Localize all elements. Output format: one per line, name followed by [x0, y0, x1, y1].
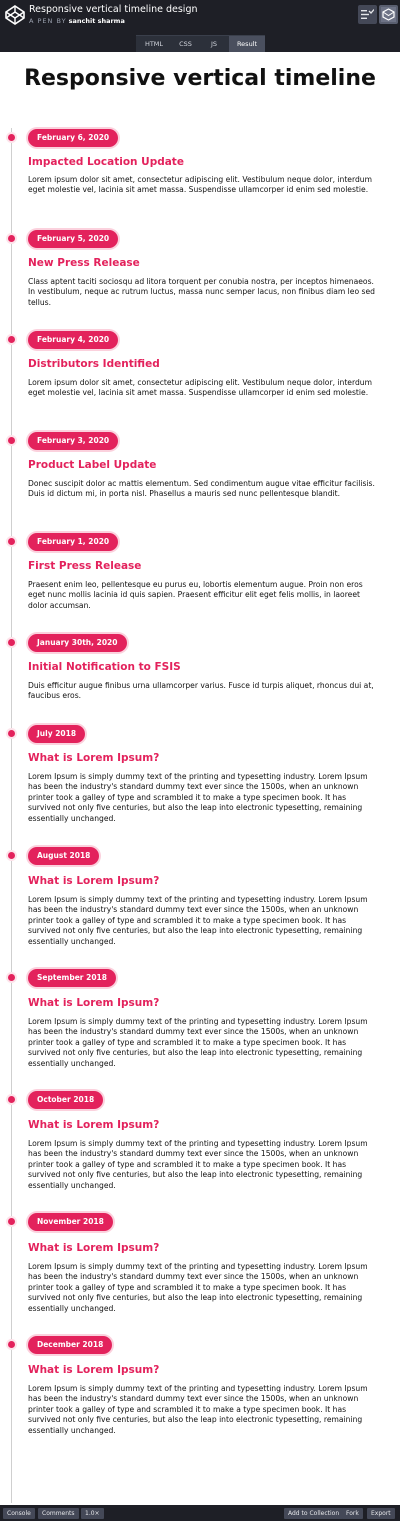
timeline-date-badge: February 3, 2020: [28, 432, 119, 450]
timeline-dot: [8, 974, 15, 981]
timeline-entry-title: What is Lorem Ipsum?: [28, 997, 160, 1009]
timeline-entry-title: New Press Release: [28, 257, 140, 269]
comments-button[interactable]: Comments: [38, 1508, 79, 1519]
timeline-entry-text: Lorem Ipsum is simply dummy text of the …: [28, 895, 368, 946]
layout-icon: [361, 9, 374, 19]
timeline-entry-title: Distributors Identified: [28, 358, 160, 370]
timeline-entry-title: What is Lorem Ipsum?: [28, 875, 160, 887]
timeline-entry-text: Lorem Ipsum is simply dummy text of the …: [28, 1262, 368, 1313]
timeline-dot: [8, 437, 15, 444]
timeline-entry-text: Praesent enim leo, pellentesque eu purus…: [28, 580, 363, 610]
console-button[interactable]: Console: [3, 1508, 35, 1519]
timeline-dot: [8, 134, 15, 141]
change-view-button[interactable]: [358, 5, 377, 24]
pen-title[interactable]: Responsive vertical timeline design: [29, 4, 198, 15]
export-button[interactable]: Export: [367, 1508, 395, 1519]
timeline-entry-title: Initial Notification to FSIS: [28, 661, 181, 673]
timeline-entry-text: Donec suscipit dolor ac mattis elementum…: [28, 479, 375, 499]
timeline-entry-title: What is Lorem Ipsum?: [28, 752, 160, 764]
user-avatar[interactable]: [379, 5, 398, 24]
timeline-date-badge: October 2018: [28, 1091, 104, 1109]
add-to-collection-button[interactable]: Add to Collection: [284, 1508, 344, 1519]
timeline-date-badge: February 4, 2020: [28, 331, 119, 349]
pen-author-link[interactable]: sanchit sharma: [69, 17, 125, 25]
pen-by-label: A PEN BY: [29, 17, 67, 25]
timeline-entry-title: What is Lorem Ipsum?: [28, 1364, 160, 1376]
timeline-dot: [8, 1341, 15, 1348]
editor-footer: Console Comments 1.0× Add to Collection …: [0, 1505, 400, 1521]
avatar-icon: [381, 7, 396, 22]
timeline-entry-text: Lorem ipsum dolor sit amet, consectetur …: [28, 378, 372, 398]
timeline-dot: [8, 1218, 15, 1225]
timeline-entry-text: Lorem Ipsum is simply dummy text of the …: [28, 1017, 368, 1068]
timeline-line: [11, 128, 12, 1503]
timeline-dot: [8, 730, 15, 737]
timeline-dot: [8, 336, 15, 343]
timeline-date-badge: November 2018: [28, 1213, 113, 1231]
pen-author-line: A PEN BY sanchit sharma: [29, 17, 125, 25]
timeline-dot: [8, 235, 15, 242]
timeline-date-badge: August 2018: [28, 847, 100, 865]
timeline-date-badge: July 2018: [28, 725, 86, 743]
timeline-date-badge: February 1, 2020: [28, 533, 119, 551]
timeline-entry-title: What is Lorem Ipsum?: [28, 1242, 160, 1254]
editor-header: Responsive vertical timeline design A PE…: [0, 0, 400, 33]
timeline-entry-title: Product Label Update: [28, 459, 157, 471]
timeline-entry-text: Lorem Ipsum is simply dummy text of the …: [28, 1139, 368, 1190]
fork-button[interactable]: Fork: [342, 1508, 363, 1519]
tab-result[interactable]: Result: [229, 35, 265, 52]
tab-css[interactable]: CSS: [172, 35, 199, 52]
timeline-entry-title: First Press Release: [28, 560, 142, 572]
timeline-entry-title: Impacted Location Update: [28, 156, 184, 168]
zoom-button[interactable]: 1.0×: [81, 1508, 104, 1519]
timeline-entry-text: Class aptent taciti sociosqu ad litora t…: [28, 277, 375, 307]
timeline-entry-text: Duis efficitur augue finibus urna ullamc…: [28, 681, 374, 701]
tab-html[interactable]: HTML: [136, 35, 172, 52]
timeline-date-badge: January 30th, 2020: [28, 634, 127, 652]
page-title: Responsive vertical timeline: [24, 66, 376, 91]
timeline-dot: [8, 639, 15, 646]
timeline-dot: [8, 1096, 15, 1103]
tab-js[interactable]: JS: [199, 35, 229, 52]
timeline-entry-text: Lorem Ipsum is simply dummy text of the …: [28, 1384, 368, 1435]
timeline-date-badge: February 5, 2020: [28, 230, 119, 248]
timeline-date-badge: December 2018: [28, 1336, 113, 1354]
timeline-entry-text: Lorem Ipsum is simply dummy text of the …: [28, 772, 368, 823]
editor-tabs: HTML CSS JS Result: [0, 33, 400, 52]
timeline-entry-title: What is Lorem Ipsum?: [28, 1119, 160, 1131]
timeline-dot: [8, 852, 15, 859]
timeline-date-badge: February 6, 2020: [28, 129, 119, 147]
codepen-logo-icon[interactable]: [4, 4, 26, 26]
timeline-dot: [8, 538, 15, 545]
timeline-date-badge: September 2018: [28, 969, 116, 987]
timeline-entry-text: Lorem ipsum dolor sit amet, consectetur …: [28, 175, 372, 195]
